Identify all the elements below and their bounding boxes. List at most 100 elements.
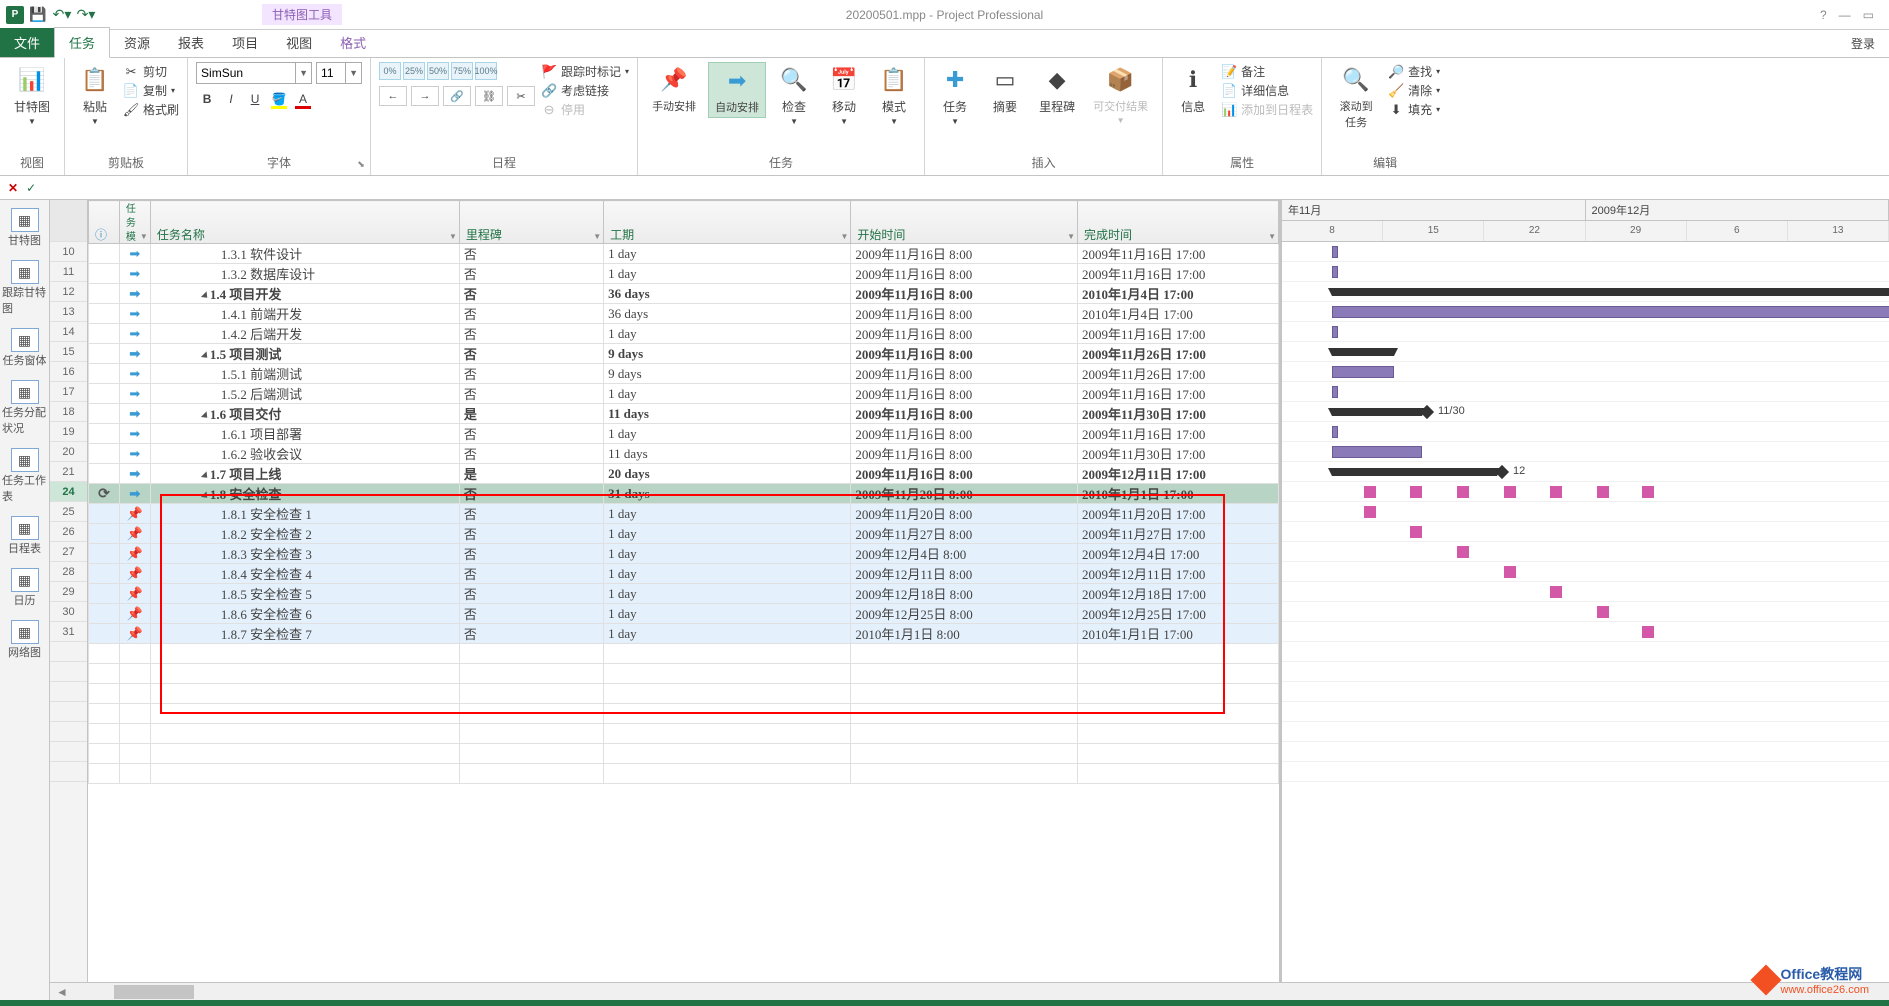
col-duration[interactable]: 工期▼ bbox=[604, 201, 851, 244]
row-number[interactable]: 25 bbox=[50, 502, 87, 522]
cell-milestone[interactable]: 否 bbox=[459, 624, 603, 644]
add-timeline-button[interactable]: 📊添加到日程表 bbox=[1221, 100, 1313, 119]
minimize-icon[interactable]: — bbox=[1839, 8, 1851, 22]
col-name[interactable]: 任务名称▼ bbox=[150, 201, 459, 244]
gantt-bar[interactable] bbox=[1332, 326, 1338, 338]
cell-finish[interactable]: 2009年12月4日 17:00 bbox=[1078, 544, 1279, 564]
gantt-summary-bar[interactable] bbox=[1332, 408, 1422, 416]
table-row[interactable]: ➡1.5.1 前端测试否9 days2009年11月16日 8:002009年1… bbox=[89, 364, 1279, 384]
gantt-recurring-bar[interactable] bbox=[1597, 486, 1609, 498]
details-button[interactable]: 📄详细信息 bbox=[1221, 81, 1313, 100]
cell-duration[interactable]: 36 days bbox=[604, 304, 851, 324]
table-row[interactable]: 📌1.8.3 安全检查 3否1 day2009年12月4日 8:002009年1… bbox=[89, 544, 1279, 564]
cell-finish[interactable]: 2009年11月16日 17:00 bbox=[1078, 244, 1279, 264]
help-icon[interactable]: ? bbox=[1820, 8, 1827, 22]
gantt-row[interactable] bbox=[1282, 522, 1889, 542]
gantt-row[interactable] bbox=[1282, 442, 1889, 462]
row-number[interactable]: 19 bbox=[50, 422, 87, 442]
cell-info[interactable] bbox=[89, 324, 120, 344]
cell-duration[interactable]: 1 day bbox=[604, 324, 851, 344]
cell-milestone[interactable]: 否 bbox=[459, 444, 603, 464]
auto-schedule-button[interactable]: ➡自动安排 bbox=[708, 62, 766, 118]
table-row[interactable]: ➡1.4 项目开发否36 days2009年11月16日 8:002010年1月… bbox=[89, 284, 1279, 304]
cell-mode[interactable]: ➡ bbox=[119, 344, 150, 364]
cell-duration[interactable]: 9 days bbox=[604, 344, 851, 364]
gantt-bar[interactable] bbox=[1332, 246, 1338, 258]
cell-duration[interactable]: 1 day bbox=[604, 244, 851, 264]
cell-name[interactable]: 1.5.1 前端测试 bbox=[150, 364, 459, 384]
gantt-summary-bar[interactable] bbox=[1332, 468, 1497, 476]
gantt-row[interactable] bbox=[1282, 482, 1889, 502]
paste-button[interactable]: 📋 粘贴 ▼ bbox=[73, 62, 117, 128]
cell-finish[interactable]: 2009年12月18日 17:00 bbox=[1078, 584, 1279, 604]
cell-mode[interactable]: 📌 bbox=[119, 504, 150, 524]
cell-info[interactable] bbox=[89, 404, 120, 424]
row-number[interactable]: 24 bbox=[50, 482, 87, 502]
row-number[interactable] bbox=[50, 702, 87, 722]
view-6[interactable]: ▦日历 bbox=[9, 566, 41, 610]
cell-finish[interactable]: 2009年11月30日 17:00 bbox=[1078, 404, 1279, 424]
gantt-row[interactable]: 11/30 bbox=[1282, 402, 1889, 422]
cell-mode[interactable]: ➡ bbox=[119, 424, 150, 444]
gantt-row[interactable] bbox=[1282, 602, 1889, 622]
row-number[interactable]: 16 bbox=[50, 362, 87, 382]
project-icon[interactable]: P bbox=[6, 6, 24, 24]
link-button[interactable]: 🔗 bbox=[443, 86, 471, 106]
table-row[interactable]: ➡1.4.2 后端开发否1 day2009年11月16日 8:002009年11… bbox=[89, 324, 1279, 344]
mark-track-button[interactable]: 🚩跟踪时标记 ▾ bbox=[541, 62, 629, 81]
gantt-row[interactable] bbox=[1282, 502, 1889, 522]
chevron-down-icon[interactable]: ▼ bbox=[449, 232, 457, 241]
gantt-recurring-bar[interactable] bbox=[1642, 626, 1654, 638]
copy-button[interactable]: 📄复制 ▾ bbox=[123, 81, 179, 100]
gantt-row[interactable]: 12 bbox=[1282, 462, 1889, 482]
cell-duration[interactable]: 1 day bbox=[604, 604, 851, 624]
cell-start[interactable]: 2009年12月4日 8:00 bbox=[851, 544, 1078, 564]
cell-info[interactable] bbox=[89, 364, 120, 384]
tab-task[interactable]: 任务 bbox=[54, 27, 110, 58]
view-4[interactable]: ▦任务工作表 bbox=[0, 446, 49, 506]
chevron-down-icon[interactable]: ▼ bbox=[840, 232, 848, 241]
deliverable-button[interactable]: 📦可交付结果▼ bbox=[1087, 62, 1154, 127]
gantt-recurring-bar[interactable] bbox=[1457, 546, 1469, 558]
cell-start[interactable]: 2009年12月18日 8:00 bbox=[851, 584, 1078, 604]
cell-finish[interactable]: 2010年1月4日 17:00 bbox=[1078, 304, 1279, 324]
cell-finish[interactable]: 2009年11月16日 17:00 bbox=[1078, 424, 1279, 444]
cell-duration[interactable]: 1 day bbox=[604, 544, 851, 564]
accept-entry-icon[interactable]: ✓ bbox=[26, 181, 36, 195]
row-number[interactable]: 15 bbox=[50, 342, 87, 362]
gantt-recurring-bar[interactable] bbox=[1364, 486, 1376, 498]
cell-name[interactable]: 1.8.5 安全检查 5 bbox=[150, 584, 459, 604]
cell-mode[interactable]: ➡ bbox=[119, 404, 150, 424]
gantt-bar[interactable] bbox=[1332, 306, 1889, 318]
table-row[interactable]: ⟳➡1.8 安全检查否31 days2009年11月20日 8:002010年1… bbox=[89, 484, 1279, 504]
gantt-row[interactable] bbox=[1282, 242, 1889, 262]
cell-milestone[interactable]: 否 bbox=[459, 504, 603, 524]
table-row[interactable] bbox=[89, 684, 1279, 704]
chevron-down-icon[interactable]: ▼ bbox=[140, 232, 148, 241]
cell-mode[interactable]: 📌 bbox=[119, 564, 150, 584]
pct-25%[interactable]: 25% bbox=[403, 62, 425, 80]
cell-name[interactable]: 1.6.1 项目部署 bbox=[150, 424, 459, 444]
view-1[interactable]: ▦跟踪甘特图 bbox=[0, 258, 49, 318]
cell-finish[interactable]: 2009年11月26日 17:00 bbox=[1078, 364, 1279, 384]
row-number[interactable]: 27 bbox=[50, 542, 87, 562]
gantt-bar[interactable] bbox=[1332, 446, 1422, 458]
find-button[interactable]: 🔎查找 ▾ bbox=[1388, 62, 1440, 81]
cell-start[interactable]: 2009年11月16日 8:00 bbox=[851, 364, 1078, 384]
manual-schedule-button[interactable]: 📌手动安排 bbox=[646, 62, 702, 116]
cell-finish[interactable]: 2009年11月30日 17:00 bbox=[1078, 444, 1279, 464]
save-icon[interactable]: 💾 bbox=[28, 5, 48, 25]
gantt-bar[interactable] bbox=[1332, 266, 1338, 278]
cell-start[interactable]: 2009年11月16日 8:00 bbox=[851, 404, 1078, 424]
gantt-chart[interactable]: 年11月 2009年12月 8152229613 11/3012 bbox=[1279, 200, 1889, 982]
cell-start[interactable]: 2009年11月16日 8:00 bbox=[851, 344, 1078, 364]
cell-milestone[interactable]: 否 bbox=[459, 384, 603, 404]
gantt-row[interactable] bbox=[1282, 302, 1889, 322]
table-row[interactable] bbox=[89, 724, 1279, 744]
chevron-down-icon[interactable]: ▼ bbox=[593, 232, 601, 241]
cell-mode[interactable]: 📌 bbox=[119, 544, 150, 564]
cell-mode[interactable]: 📌 bbox=[119, 624, 150, 644]
cell-milestone[interactable]: 否 bbox=[459, 304, 603, 324]
table-row[interactable]: ➡1.7 项目上线是20 days2009年11月16日 8:002009年12… bbox=[89, 464, 1279, 484]
gantt-row[interactable] bbox=[1282, 422, 1889, 442]
